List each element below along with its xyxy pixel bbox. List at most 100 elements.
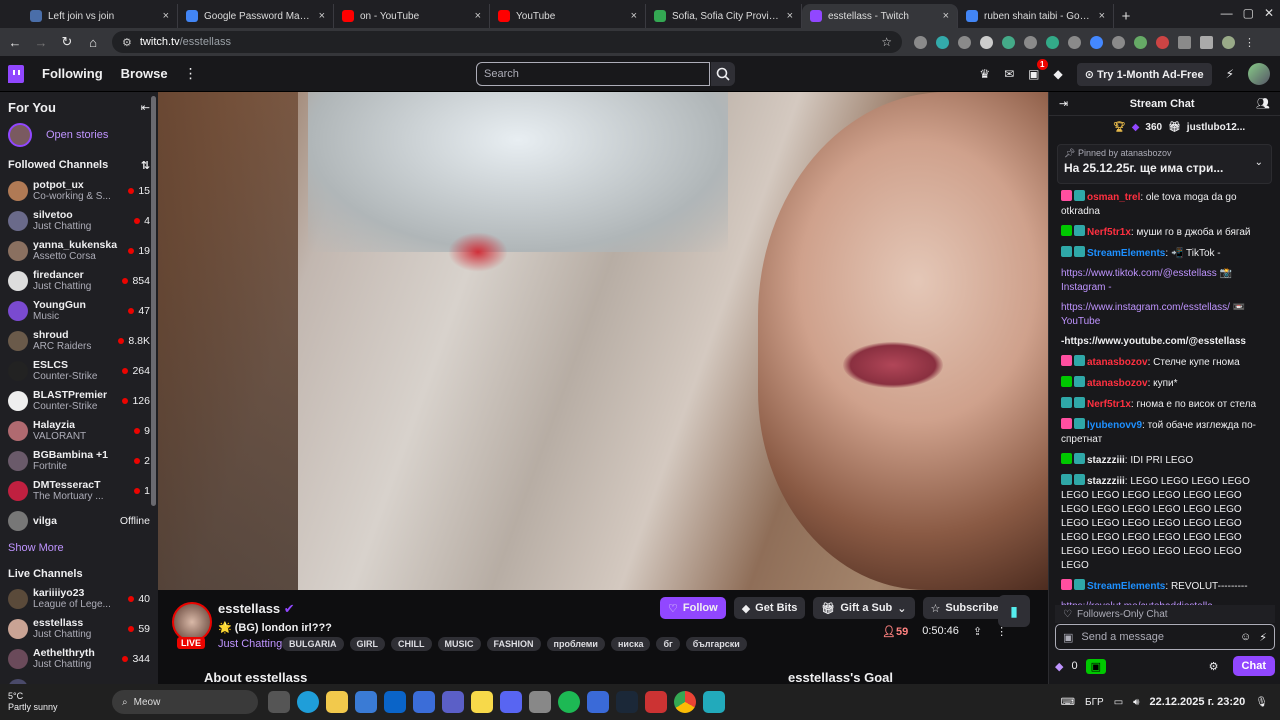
- tab-close-icon[interactable]: ×: [163, 10, 169, 22]
- profile-avatar-icon[interactable]: [1222, 35, 1235, 49]
- extension-icon[interactable]: [1068, 35, 1081, 49]
- app-icon[interactable]: [587, 691, 609, 713]
- community-icon[interactable]: 👥︎: [1256, 97, 1270, 110]
- open-stories-link[interactable]: Open stories: [46, 129, 108, 141]
- sidebar-channel[interactable]: BLASTPremier Counter-Strike 126: [0, 386, 158, 416]
- store-icon[interactable]: [355, 691, 377, 713]
- taskbar-search[interactable]: ⌕ Meow: [112, 690, 258, 714]
- ad-free-button[interactable]: ⊙ Try 1-Month Ad-Free: [1076, 62, 1212, 86]
- search-input[interactable]: [476, 62, 710, 86]
- steam-icon[interactable]: [616, 691, 638, 713]
- home-icon[interactable]: ⌂: [86, 35, 100, 50]
- stream-tag[interactable]: CHILL: [391, 637, 432, 651]
- sidebar-channel[interactable]: silvetoo Just Chatting 4: [0, 206, 158, 236]
- maximize-icon[interactable]: ▢: [1243, 6, 1254, 20]
- chat-username[interactable]: StreamElements: [1087, 581, 1165, 592]
- sidebar-channel[interactable]: BGBambina +1 Fortnite 2: [0, 446, 158, 476]
- app-icon[interactable]: [703, 691, 725, 713]
- chat-settings-icon[interactable]: ⚙: [1209, 660, 1219, 673]
- discord-icon[interactable]: [500, 691, 522, 713]
- app-icon[interactable]: [529, 691, 551, 713]
- extension-icon[interactable]: [980, 35, 993, 49]
- chat-send-button[interactable]: Chat: [1232, 656, 1275, 676]
- browser-tab[interactable]: Sofia, Sofia City Province - Goo ×: [646, 4, 802, 28]
- stream-tag[interactable]: ниска: [610, 637, 651, 651]
- badge-picker-icon[interactable]: ▣: [1063, 631, 1073, 644]
- edge-icon[interactable]: [297, 691, 319, 713]
- collapse-sidebar-icon[interactable]: ⇤: [141, 101, 150, 114]
- chat-username[interactable]: Nerf5tr1x: [1087, 399, 1131, 410]
- mic-icon[interactable]: 🎙︎: [1255, 697, 1268, 708]
- remote-desktop-icon[interactable]: [413, 691, 435, 713]
- browser-tab[interactable]: ruben shain taibi - Google Търс ×: [958, 4, 1114, 28]
- chat-username[interactable]: lyubenovv9: [1087, 420, 1142, 431]
- chat-username[interactable]: stazzziii: [1087, 455, 1125, 466]
- extension-icon[interactable]: [1046, 35, 1059, 49]
- stream-tag[interactable]: BULGARIA: [282, 637, 344, 651]
- rewards-icon[interactable]: ▣: [1085, 658, 1106, 674]
- chat-input[interactable]: [1081, 631, 1233, 643]
- browse-link[interactable]: Browse: [121, 66, 168, 81]
- new-tab-button[interactable]: +: [1114, 4, 1138, 28]
- sidebar-channel[interactable]: DMTesseracT The Mortuary ... 1: [0, 476, 158, 506]
- tab-close-icon[interactable]: ×: [475, 10, 481, 22]
- keyboard-layout-icon[interactable]: ⌨: [1061, 697, 1075, 708]
- get-bits-button[interactable]: ◆ Get Bits: [733, 597, 806, 619]
- sidebar-channel[interactable]: Aethelthryth Just Chatting 344: [0, 644, 158, 674]
- user-avatar[interactable]: [1248, 63, 1270, 85]
- extension-icon[interactable]: [1156, 35, 1169, 49]
- media-icon[interactable]: [1200, 35, 1213, 49]
- prime-loot-icon[interactable]: ♛: [979, 67, 990, 81]
- sidebar-channel[interactable]: ESLCS Counter-Strike 264: [0, 356, 158, 386]
- sidebar-channel[interactable]: esstellass Just Chatting 59: [0, 614, 158, 644]
- chat-username[interactable]: stazzziii: [1087, 476, 1125, 487]
- chat-username[interactable]: atanasbozov: [1087, 357, 1148, 368]
- emote-picker-icon[interactable]: ☺: [1240, 631, 1251, 643]
- extension-icon[interactable]: [1024, 35, 1037, 49]
- inbox-icon[interactable]: ✉: [1004, 67, 1014, 81]
- reload-icon[interactable]: ↻: [60, 34, 74, 50]
- extension-icon[interactable]: [1090, 35, 1103, 49]
- pinned-message[interactable]: 📌︎ Pinned by atanasbozov На 25.12.25г. щ…: [1057, 144, 1272, 184]
- chat-username[interactable]: atanasbozov: [1087, 378, 1148, 389]
- share-icon[interactable]: ⇪: [973, 625, 982, 638]
- extension-icon[interactable]: [958, 35, 971, 49]
- extension-icon[interactable]: [1002, 35, 1015, 49]
- collapse-chat-icon[interactable]: ⇥: [1059, 97, 1068, 110]
- app-icon[interactable]: [645, 691, 667, 713]
- browser-tab[interactable]: Google Password Manager ×: [178, 4, 334, 28]
- extension-icon[interactable]: [1134, 35, 1147, 49]
- extension-icon[interactable]: [914, 35, 927, 49]
- back-icon[interactable]: ←: [8, 35, 22, 50]
- twitch-logo-icon[interactable]: [8, 64, 24, 83]
- turbo-icon[interactable]: ⚡: [1259, 631, 1267, 644]
- stream-category[interactable]: Just Chatting: [218, 638, 282, 650]
- video-player[interactable]: [158, 92, 1048, 590]
- browser-tab[interactable]: YouTube ×: [490, 4, 646, 28]
- story-avatar[interactable]: [8, 123, 32, 147]
- sticky-notes-icon[interactable]: [471, 691, 493, 713]
- stream-tag[interactable]: бг: [656, 637, 680, 651]
- stream-tag[interactable]: български: [685, 637, 747, 651]
- sidebar-channel[interactable]: YoungGun Music 47: [0, 296, 158, 326]
- tab-close-icon[interactable]: ×: [1099, 10, 1105, 22]
- stream-tag[interactable]: проблеми: [546, 637, 605, 651]
- teams-icon[interactable]: [442, 691, 464, 713]
- file-explorer-icon[interactable]: [326, 691, 348, 713]
- sidebar-scrollbar[interactable]: [151, 96, 156, 506]
- outlook-icon[interactable]: [384, 691, 406, 713]
- follow-button[interactable]: ♡ Follow: [660, 597, 726, 619]
- notifications-icon[interactable]: ▣ 1: [1028, 59, 1048, 81]
- expand-pinned-icon[interactable]: ⌄: [1255, 157, 1263, 168]
- spotify-icon[interactable]: [558, 691, 580, 713]
- sidebar-channel[interactable]: shroud ARC Raiders 8.8K: [0, 326, 158, 356]
- stream-tag[interactable]: MUSIC: [437, 637, 481, 651]
- tab-close-icon[interactable]: ×: [631, 10, 637, 22]
- channel-points-icon[interactable]: ▮: [998, 595, 1030, 627]
- stream-tag[interactable]: FASHION: [486, 637, 541, 651]
- tab-close-icon[interactable]: ×: [787, 10, 793, 22]
- stories-row[interactable]: Open stories: [0, 119, 158, 151]
- close-window-icon[interactable]: ✕: [1264, 6, 1274, 20]
- sidebar-channel[interactable]: TheSoundTTV54: [0, 674, 158, 684]
- gift-sub-button[interactable]: 🎁︎ Gift a Sub ⌄: [813, 597, 915, 619]
